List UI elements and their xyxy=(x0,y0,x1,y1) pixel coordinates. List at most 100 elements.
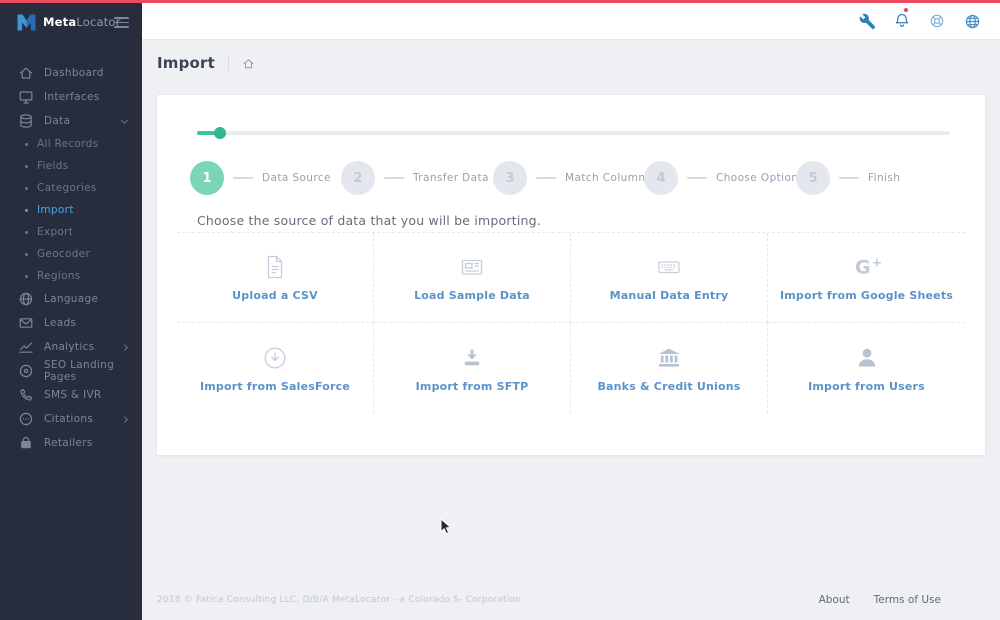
chart-icon xyxy=(18,339,34,355)
source-manual-data-entry[interactable]: Manual Data Entry xyxy=(571,233,768,323)
wrench-icon xyxy=(859,13,876,30)
step-number: 5 xyxy=(796,161,830,195)
source-sftp[interactable]: Import from SFTP xyxy=(374,323,571,413)
sidebar-item-retailers[interactable]: Retailers xyxy=(0,431,142,455)
breadcrumb-divider xyxy=(228,55,229,71)
breadcrumb: Import xyxy=(157,54,255,72)
sidebar-item-label: Dashboard xyxy=(44,67,104,79)
logo[interactable]: MetaLocator xyxy=(0,3,142,41)
globe-avatar-icon xyxy=(963,12,982,31)
step-data-source[interactable]: 1 Data Source xyxy=(190,161,331,195)
sidebar-item-export[interactable]: Export xyxy=(0,221,142,243)
sidebar-item-label: Data xyxy=(44,115,70,127)
sidebar-item-interfaces[interactable]: Interfaces xyxy=(0,85,142,109)
chevron-down-icon xyxy=(121,117,128,124)
notifications-button[interactable] xyxy=(892,11,912,31)
sidebar-item-data[interactable]: Data xyxy=(0,109,142,133)
sub-item-label: Categories xyxy=(37,182,97,194)
bullet-icon xyxy=(25,275,28,278)
topbar xyxy=(142,3,1000,40)
terms-of-use-link[interactable]: Terms of Use xyxy=(874,594,941,606)
source-banks-credit-unions[interactable]: Banks & Credit Unions xyxy=(571,323,768,413)
globe-icon xyxy=(18,291,34,307)
target-icon xyxy=(18,363,34,379)
step-label: Match Columns xyxy=(565,172,651,184)
sidebar-item-import[interactable]: Import xyxy=(0,199,142,221)
notification-dot xyxy=(904,8,908,12)
step-finish[interactable]: 5 Finish xyxy=(796,161,900,195)
sidebar-item-analytics[interactable]: Analytics xyxy=(0,335,142,359)
support-button[interactable] xyxy=(927,11,947,31)
google-plus-icon: G+ xyxy=(851,253,883,281)
source-label: Load Sample Data xyxy=(414,289,530,302)
bell-icon xyxy=(893,12,911,30)
database-icon xyxy=(18,113,34,129)
step-dash xyxy=(839,177,859,179)
page-title: Import xyxy=(157,54,215,72)
sidebar-item-label: Citations xyxy=(44,413,93,425)
sidebar-item-regions[interactable]: Regions xyxy=(0,265,142,287)
step-number: 3 xyxy=(493,161,527,195)
sidebar-item-seo-landing-pages[interactable]: SEO Landing Pages xyxy=(0,359,142,383)
hamburger-menu-icon[interactable] xyxy=(114,17,129,31)
source-label: Import from SFTP xyxy=(416,380,529,393)
account-button[interactable] xyxy=(962,11,982,31)
sub-item-label: Regions xyxy=(37,270,81,282)
sidebar-item-label: Leads xyxy=(44,317,76,329)
bullet-icon xyxy=(25,253,28,256)
metalocator-logo-icon xyxy=(16,13,37,32)
sub-item-label: Fields xyxy=(37,160,69,172)
source-load-sample-data[interactable]: Load Sample Data xyxy=(374,233,571,323)
sidebar-item-geocoder[interactable]: Geocoder xyxy=(0,243,142,265)
envelope-icon xyxy=(18,315,34,331)
step-label: Finish xyxy=(868,172,900,184)
svg-text:+: + xyxy=(872,256,882,270)
step-dash xyxy=(233,177,253,179)
source-upload-csv[interactable]: Upload a CSV xyxy=(177,233,374,323)
step-choose-options[interactable]: 4 Choose Options xyxy=(644,161,804,195)
bullet-icon xyxy=(25,187,28,190)
sidebar-item-sms-ivr[interactable]: SMS & IVR xyxy=(0,383,142,407)
sidebar-item-language[interactable]: Language xyxy=(0,287,142,311)
sidebar-item-categories[interactable]: Categories xyxy=(0,177,142,199)
source-label: Manual Data Entry xyxy=(610,289,729,302)
step-number: 2 xyxy=(341,161,375,195)
step-transfer-data[interactable]: 2 Transfer Data xyxy=(341,161,489,195)
step-match-columns[interactable]: 3 Match Columns xyxy=(493,161,651,195)
source-google-sheets[interactable]: G+ Import from Google Sheets xyxy=(768,233,965,323)
copyright-text: 2018 © Fatica Consulting LLC, D/B/A Meta… xyxy=(157,595,521,605)
bag-icon xyxy=(18,435,34,451)
sidebar-item-label: SEO Landing Pages xyxy=(44,359,142,383)
home-icon xyxy=(18,65,34,81)
progress-bar[interactable] xyxy=(197,131,950,135)
progress-knob[interactable] xyxy=(214,127,226,139)
bullet-icon xyxy=(25,143,28,146)
source-label: Upload a CSV xyxy=(232,289,318,302)
support-ring-icon xyxy=(928,12,946,30)
source-salesforce[interactable]: Import from SalesForce xyxy=(177,323,374,413)
sidebar-item-label: SMS & IVR xyxy=(44,389,102,401)
wrench-button[interactable] xyxy=(857,11,877,31)
brand-bold: Meta xyxy=(43,15,76,29)
wizard-steps: 1 Data Source 2 Transfer Data 3 Match Co… xyxy=(157,161,985,195)
sub-item-label: All Records xyxy=(37,138,98,150)
sidebar-item-label: Retailers xyxy=(44,437,93,449)
sidebar: MetaLocator Dashboard Interfaces Data Al… xyxy=(0,3,142,620)
sidebar-item-fields[interactable]: Fields xyxy=(0,155,142,177)
sidebar-item-label: Language xyxy=(44,293,98,305)
source-users[interactable]: Import from Users xyxy=(768,323,965,413)
user-icon xyxy=(853,344,881,372)
sidebar-item-dashboard[interactable]: Dashboard xyxy=(0,61,142,85)
about-link[interactable]: About xyxy=(819,594,850,606)
bank-icon xyxy=(655,344,683,372)
monitor-icon xyxy=(18,89,34,105)
bullet-icon xyxy=(25,209,28,212)
sidebar-item-all-records[interactable]: All Records xyxy=(0,133,142,155)
home-breadcrumb-icon[interactable] xyxy=(242,57,255,70)
wizard-card: 1 Data Source 2 Transfer Data 3 Match Co… xyxy=(157,95,985,455)
citation-icon xyxy=(18,411,34,427)
sidebar-item-citations[interactable]: Citations xyxy=(0,407,142,431)
sidebar-item-leads[interactable]: Leads xyxy=(0,311,142,335)
footer: 2018 © Fatica Consulting LLC, D/B/A Meta… xyxy=(157,594,985,606)
sidebar-nav: Dashboard Interfaces Data All Records Fi… xyxy=(0,61,142,455)
